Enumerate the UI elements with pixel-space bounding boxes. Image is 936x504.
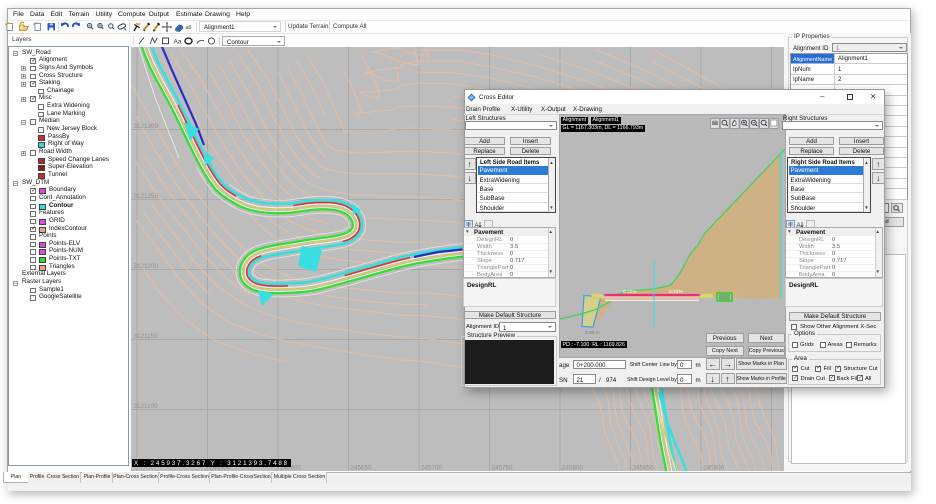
svg-text:3121100: 3121100 [134,403,159,410]
svg-text:a6: a6 [186,25,192,31]
svg-text:Aa: Aa [174,39,182,46]
svg-text:245900: 245900 [703,465,725,472]
svg-text:245750: 245750 [492,465,514,472]
svg-text:0.72%: 0.72% [669,289,683,295]
svg-text:245850: 245850 [633,465,655,472]
svg-text:245800: 245800 [562,465,584,472]
svg-text:3121200: 3121200 [134,263,159,270]
svg-text:3121150: 3121150 [134,333,159,340]
svg-text:245650: 245650 [351,465,373,472]
svg-text:3121250: 3121250 [134,193,159,200]
svg-text:2.50 m: 2.50 m [585,330,600,336]
svg-text:0.72%: 0.72% [623,289,637,295]
svg-text:3121300: 3121300 [134,123,159,130]
svg-text:245700: 245700 [421,465,443,472]
